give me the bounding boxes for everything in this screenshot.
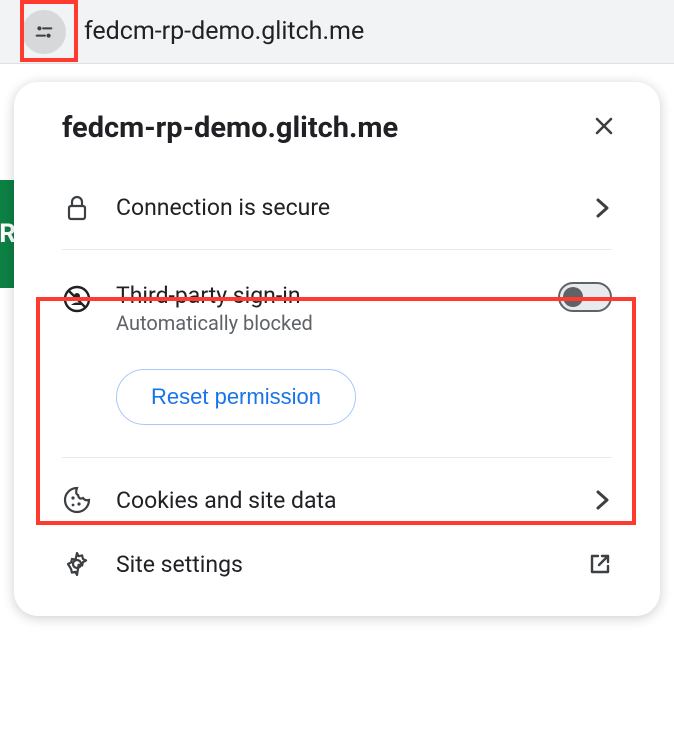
cookie-icon bbox=[63, 486, 91, 514]
blocked-person-icon bbox=[62, 284, 92, 314]
cookies-row[interactable]: Cookies and site data bbox=[14, 468, 660, 532]
gear-icon bbox=[63, 550, 91, 578]
connection-label: Connection is secure bbox=[116, 194, 594, 221]
site-info-popup: fedcm-rp-demo.glitch.me Connection is se… bbox=[14, 82, 660, 616]
popup-title: fedcm-rp-demo.glitch.me bbox=[62, 111, 398, 145]
third-party-subtitle: Automatically blocked bbox=[116, 311, 558, 335]
close-button[interactable] bbox=[588, 110, 620, 146]
chevron-right-icon bbox=[594, 488, 612, 512]
connection-secure-row[interactable]: Connection is secure bbox=[14, 176, 660, 239]
divider bbox=[62, 457, 612, 458]
site-settings-label: Site settings bbox=[116, 551, 588, 578]
tune-icon bbox=[33, 21, 55, 43]
third-party-signin-section: Third-party sign-in Automatically blocke… bbox=[14, 260, 660, 447]
third-party-toggle[interactable] bbox=[558, 282, 612, 312]
chevron-right-icon bbox=[594, 196, 612, 220]
popup-header: fedcm-rp-demo.glitch.me bbox=[14, 110, 660, 146]
third-party-title: Third-party sign-in bbox=[116, 282, 558, 309]
lock-icon bbox=[65, 195, 89, 221]
url-text[interactable]: fedcm-rp-demo.glitch.me bbox=[84, 17, 364, 46]
divider bbox=[62, 249, 612, 250]
close-icon bbox=[592, 114, 616, 138]
site-info-button[interactable] bbox=[22, 10, 66, 54]
cookies-label: Cookies and site data bbox=[116, 487, 594, 514]
address-bar: fedcm-rp-demo.glitch.me bbox=[0, 0, 674, 64]
site-settings-row[interactable]: Site settings bbox=[14, 532, 660, 596]
external-link-icon bbox=[588, 552, 612, 576]
toggle-knob bbox=[563, 287, 583, 307]
reset-permission-button[interactable]: Reset permission bbox=[116, 369, 356, 425]
